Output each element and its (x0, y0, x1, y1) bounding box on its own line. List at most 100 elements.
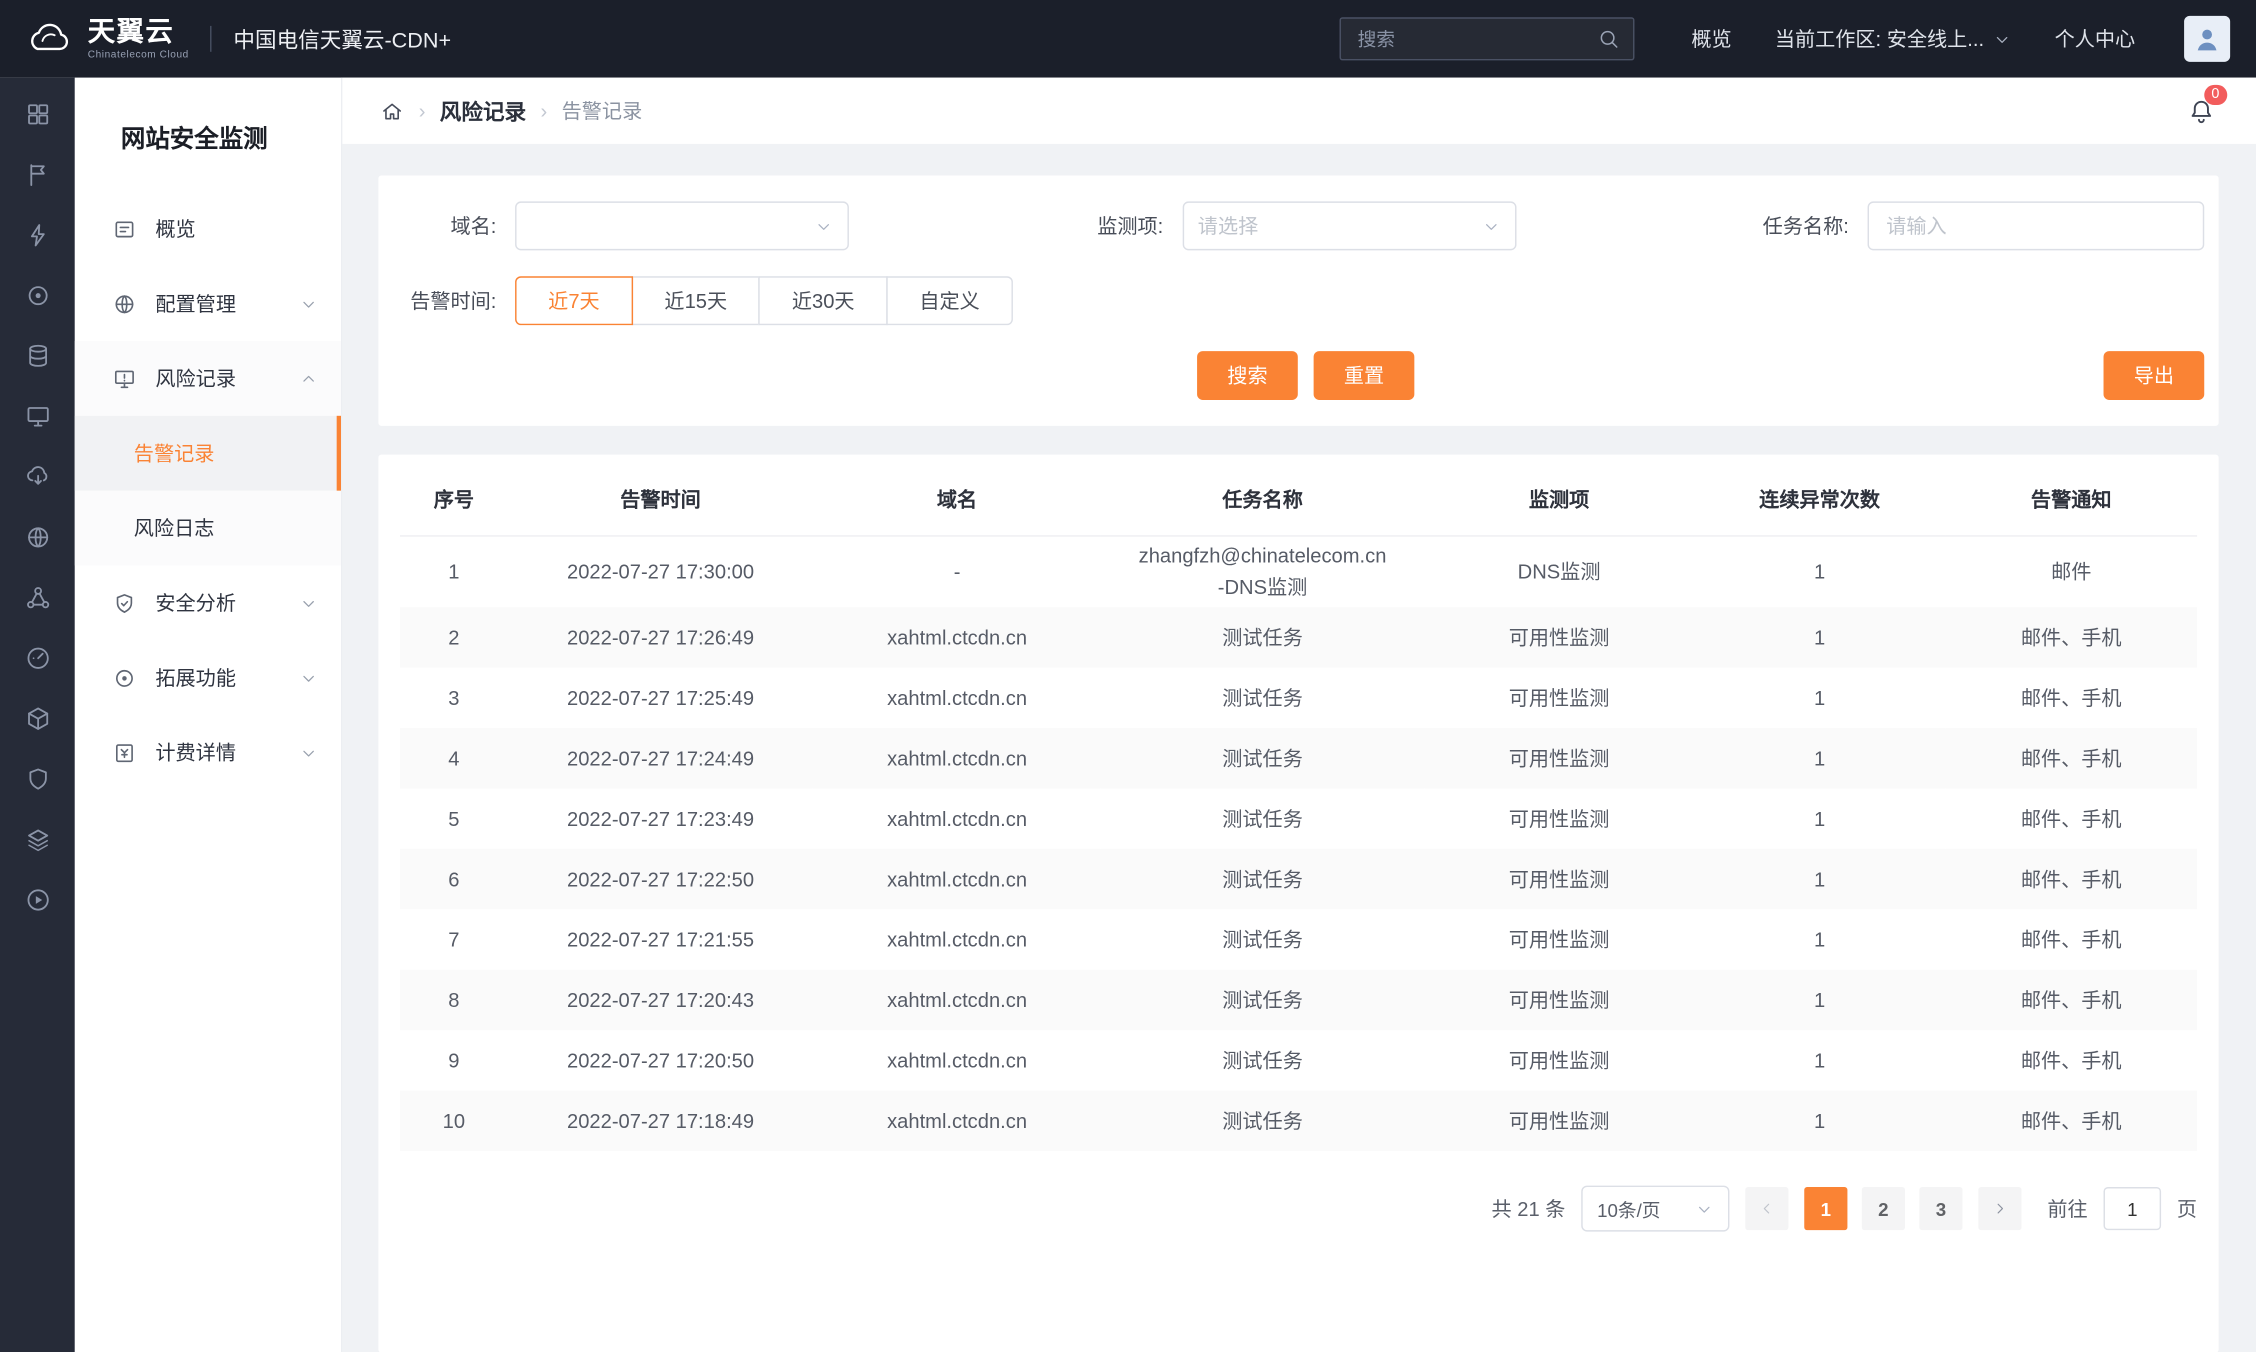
table-cell: 邮件、手机 (1945, 668, 2197, 728)
brand-name: 天翼云 (88, 18, 189, 45)
target-icon[interactable] (24, 282, 51, 309)
time-option-button-0[interactable]: 近7天 (515, 276, 633, 325)
time-option-button-1[interactable]: 近15天 (631, 276, 760, 325)
table-cell: 1 (1694, 849, 1946, 909)
sidebar-item-4[interactable]: 拓展功能 (75, 640, 341, 715)
header-search[interactable] (1339, 17, 1634, 60)
sidebar-item-2[interactable]: 风险记录 (75, 341, 341, 416)
extend-target-icon (112, 665, 136, 689)
table-cell: 测试任务 (1101, 910, 1424, 970)
table-cell: zhangfzh@chinatelecom.cn -DNS监测 (1101, 536, 1424, 608)
billing-icon (112, 740, 136, 764)
network-icon[interactable] (24, 584, 51, 611)
sidebar-item-5[interactable]: 计费详情 (75, 715, 341, 790)
monitor-item-select[interactable]: 请选择 (1182, 201, 1516, 250)
package-icon[interactable] (24, 705, 51, 732)
alert-table: 序号告警时间域名任务名称监测项连续异常次数告警通知 12022-07-27 17… (400, 463, 2197, 1151)
breadcrumb-separator: › (419, 99, 426, 122)
table-cell: 1 (1694, 608, 1946, 668)
table-cell: 7 (400, 910, 508, 970)
table-header-cell: 告警时间 (508, 463, 813, 536)
table-cell: 邮件、手机 (1945, 729, 2197, 789)
goto-page-input[interactable] (2104, 1188, 2162, 1231)
table-body: 12022-07-27 17:30:00-zhangfzh@chinatelec… (400, 536, 2197, 1152)
time-option-button-3[interactable]: 自定义 (886, 276, 1013, 325)
sidebar-subitem-2-0[interactable]: 告警记录 (75, 416, 341, 491)
workspace-label: 当前工作区: 安全线上... (1775, 24, 1984, 53)
cloud-download-icon[interactable] (24, 463, 51, 490)
table-cell: 2022-07-27 17:18:49 (508, 1091, 813, 1151)
chevron-down-icon (299, 594, 318, 613)
table-cell: 2022-07-27 17:21:55 (508, 910, 813, 970)
security-shield-icon (112, 591, 136, 615)
search-button[interactable]: 搜索 (1197, 351, 1298, 400)
globe-icon[interactable] (24, 524, 51, 551)
content: 域名: 监测项: 请选择 (342, 144, 2256, 1352)
page-button-1[interactable]: 1 (1804, 1188, 1847, 1231)
nav-overview[interactable]: 概览 (1691, 24, 1731, 53)
reset-button[interactable]: 重置 (1314, 351, 1415, 400)
table-row: 22022-07-27 17:26:49xahtml.ctcdn.cn测试任务可… (400, 608, 2197, 668)
table-cell: 2022-07-27 17:30:00 (508, 536, 813, 608)
breadcrumb-current: 告警记录 (562, 96, 643, 125)
chevron-down-icon (1993, 29, 2012, 48)
icon-rail (0, 78, 75, 1352)
time-option-button-2[interactable]: 近30天 (759, 276, 888, 325)
layers-icon[interactable] (24, 826, 51, 853)
sidebar-title: 网站安全监测 (75, 78, 341, 192)
sidebar-item-1[interactable]: 配置管理 (75, 266, 341, 341)
table-cell: 测试任务 (1101, 729, 1424, 789)
page-button-3[interactable]: 3 (1919, 1188, 1962, 1231)
export-button[interactable]: 导出 (2104, 351, 2205, 400)
table-row: 52022-07-27 17:23:49xahtml.ctcdn.cn测试任务可… (400, 789, 2197, 849)
table-header-cell: 域名 (813, 463, 1101, 536)
goto-label: 前往 (2047, 1195, 2087, 1224)
table-cell: xahtml.ctcdn.cn (813, 1091, 1101, 1151)
sidebar-item-label: 风险记录 (155, 364, 299, 393)
play-icon[interactable] (24, 886, 51, 913)
chevron-up-icon (299, 369, 318, 388)
breadcrumb-item-risk-records[interactable]: 风险记录 (440, 96, 526, 126)
gauge-icon[interactable] (24, 645, 51, 672)
chevron-right-icon (1991, 1200, 2008, 1217)
next-page-button[interactable] (1978, 1188, 2021, 1231)
page-size-select[interactable]: 10条/页 (1581, 1186, 1729, 1232)
home-icon[interactable] (380, 99, 404, 123)
sidebar-item-0[interactable]: 概览 (75, 191, 341, 266)
monitor-icon[interactable] (24, 403, 51, 430)
domain-label: 域名: (407, 212, 496, 241)
shield-icon[interactable] (24, 765, 51, 792)
page-button-2[interactable]: 2 (1862, 1188, 1905, 1231)
table-row: 92022-07-27 17:20:50xahtml.ctcdn.cn测试任务可… (400, 1031, 2197, 1091)
table-row: 72022-07-27 17:21:55xahtml.ctcdn.cn测试任务可… (400, 910, 2197, 970)
table-cell: 1 (1694, 789, 1946, 849)
flag-icon[interactable] (24, 161, 51, 188)
domain-select[interactable] (515, 201, 849, 250)
notification-bell-icon[interactable]: 0 (2187, 96, 2216, 125)
database-icon[interactable] (24, 342, 51, 369)
table-cell: 1 (1694, 729, 1946, 789)
table-cell: 可用性监测 (1424, 729, 1694, 789)
table-cell: 测试任务 (1101, 608, 1424, 668)
table-cell: 邮件、手机 (1945, 608, 2197, 668)
prev-page-button[interactable] (1745, 1188, 1788, 1231)
sidebar-subitem-2-1[interactable]: 风险日志 (75, 491, 341, 566)
avatar[interactable] (2184, 16, 2230, 62)
dashboard-icon[interactable] (24, 101, 51, 128)
task-name-input[interactable] (1868, 201, 2205, 250)
table-row: 12022-07-27 17:30:00-zhangfzh@chinatelec… (400, 536, 2197, 608)
sidebar-item-3[interactable]: 安全分析 (75, 565, 341, 640)
table-cell: 邮件、手机 (1945, 849, 2197, 909)
table-header-row: 序号告警时间域名任务名称监测项连续异常次数告警通知 (400, 463, 2197, 536)
bolt-icon[interactable] (24, 222, 51, 249)
table-cell: 可用性监测 (1424, 1091, 1694, 1151)
brand-logo[interactable]: 天翼云 Chinatelecom Cloud (23, 18, 189, 60)
table-header-cell: 序号 (400, 463, 508, 536)
search-input[interactable] (1355, 27, 1597, 51)
brand-text: 天翼云 Chinatelecom Cloud (88, 18, 189, 60)
table-cell: 1 (1694, 910, 1946, 970)
search-icon[interactable] (1596, 27, 1619, 50)
workspace-selector[interactable]: 当前工作区: 安全线上... (1775, 24, 2012, 53)
table-row: 32022-07-27 17:25:49xahtml.ctcdn.cn测试任务可… (400, 668, 2197, 728)
nav-personal-center[interactable]: 个人中心 (2055, 24, 2136, 53)
